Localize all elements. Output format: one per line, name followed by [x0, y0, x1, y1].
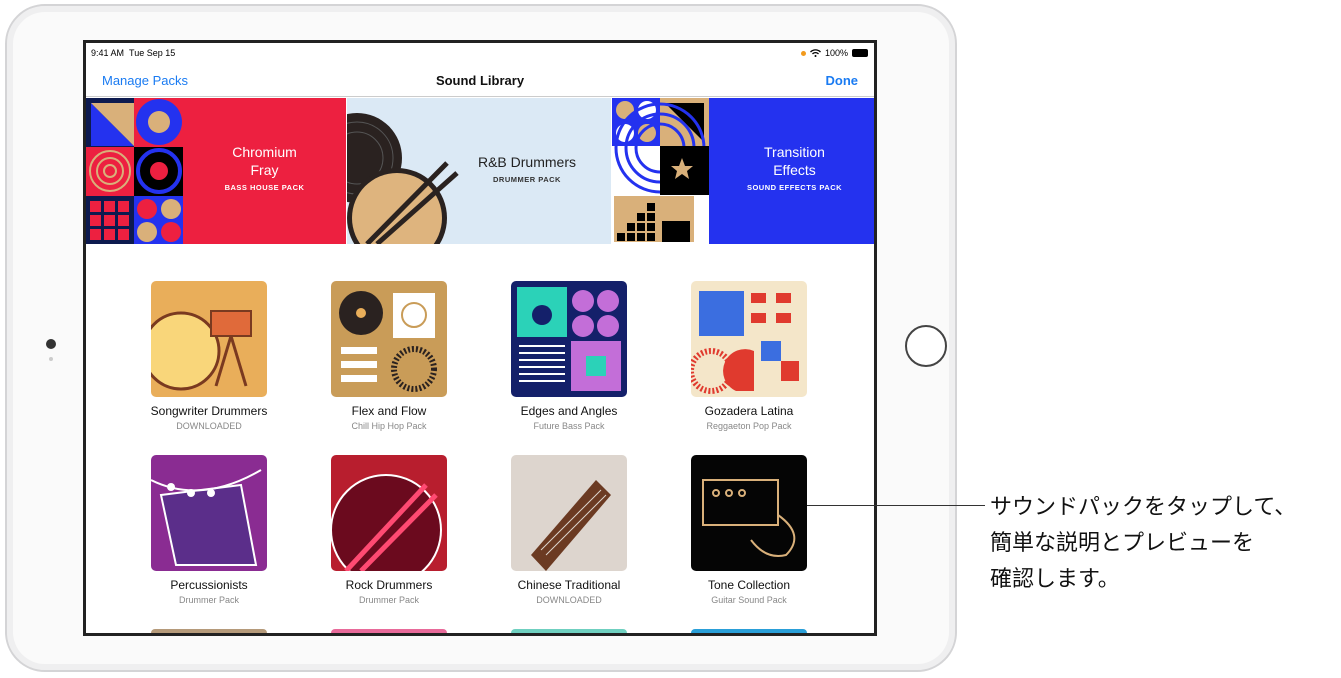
pack-name: Rock Drummers [345, 578, 433, 592]
pack-artwork [331, 281, 447, 397]
pack-artwork [612, 98, 709, 244]
banner-title-line1: Chromium [232, 144, 297, 160]
banner-transition-effects[interactable]: Transition Effects SOUND EFFECTS PACK [612, 98, 874, 244]
pack-artwork-image [517, 287, 621, 391]
pack-subtitle: DOWNLOADED [176, 421, 242, 431]
pack-artwork [691, 455, 807, 571]
pack-tile-partial[interactable] [331, 629, 447, 633]
banner-chromium-fray[interactable]: Chromium Fray BASS HOUSE PACK [86, 98, 346, 244]
banner-title-line2: Effects [773, 162, 816, 178]
pack-artwork-image [531, 480, 611, 571]
pack-tile[interactable]: Rock Drummers Drummer Pack [309, 455, 469, 605]
callout-line-1: サウンドパックをタップして、 [990, 495, 1297, 520]
banner-subtitle: DRUMMER PACK [493, 175, 561, 184]
screen: 9:41 AM Tue Sep 15 100% Manage Packs Sou… [83, 40, 877, 636]
page-title: Sound Library [435, 73, 525, 88]
pack-subtitle: Drummer Pack [358, 595, 419, 605]
pack-subtitle: Future Bass Pack [533, 421, 605, 431]
callout-line-3: 確認します。 [990, 567, 1120, 592]
camera [46, 339, 56, 349]
pack-artwork [151, 455, 267, 571]
pack-subtitle: Guitar Sound Pack [711, 595, 787, 605]
pack-tile[interactable]: Chinese Traditional DOWNLOADED [489, 455, 649, 605]
sensor [49, 357, 53, 361]
wifi-icon [810, 49, 821, 57]
banner-subtitle: BASS HOUSE PACK [224, 183, 305, 192]
pack-artwork-image [331, 474, 442, 571]
pack-subtitle: Drummer Pack [178, 595, 239, 605]
status-date: Tue Sep 15 [129, 48, 176, 58]
done-button[interactable]: Done [826, 73, 859, 88]
battery-icon [852, 49, 868, 57]
pack-grid: Songwriter Drummers DOWNLOADED Flex and Fl… [86, 244, 874, 633]
callout-line [807, 505, 985, 506]
battery-percent: 100% [824, 48, 848, 58]
pack-tile[interactable]: Gozadera Latina Reggaeton Pop Pack [669, 281, 829, 431]
pack-subtitle: Reggaeton Pop Pack [706, 421, 792, 431]
pack-artwork-image [702, 479, 796, 557]
pack-artwork-image [151, 469, 262, 566]
pack-name: Gozadera Latina [704, 404, 794, 418]
banner-title-line2: Fray [250, 162, 279, 178]
pack-subtitle: Chill Hip Hop Pack [351, 421, 427, 431]
status-bar: 9:41 AM Tue Sep 15 100% [86, 43, 874, 63]
pack-tile[interactable]: Songwriter Drummers DOWNLOADED [129, 281, 289, 431]
pack-artwork [86, 98, 183, 244]
pack-artwork-image [151, 310, 252, 391]
pack-name: Chinese Traditional [517, 578, 621, 592]
banner-title-line1: Transition [764, 144, 825, 160]
pack-artwork-image [339, 291, 437, 392]
pack-artwork [331, 455, 447, 571]
pack-artwork [691, 281, 807, 397]
mic-indicator-icon [800, 50, 806, 56]
pack-name: Percussionists [170, 578, 248, 592]
callout-line-2: 簡単な説明とプレビューを [990, 531, 1255, 556]
banner-rnb-drummers[interactable]: R&B Drummers DRUMMER PACK [347, 98, 611, 244]
pack-tile[interactable]: Flex and Flow Chill Hip Hop Pack [309, 281, 469, 431]
banner-title: R&B Drummers [477, 154, 576, 170]
pack-name: Flex and Flow [351, 404, 427, 418]
pack-tile[interactable]: Percussionists Drummer Pack [129, 455, 289, 605]
pack-artwork [151, 281, 267, 397]
pack-tile-partial[interactable] [511, 629, 627, 633]
banner-subtitle: SOUND EFFECTS PACK [746, 183, 843, 192]
pack-name: Songwriter Drummers [150, 404, 268, 418]
pack-name: Edges and Angles [520, 404, 618, 418]
pack-tile-partial[interactable] [691, 629, 807, 633]
home-button[interactable] [905, 325, 947, 367]
callout-text: サウンドパックをタップして、 簡単な説明とプレビューを 確認します。 [990, 490, 1296, 598]
pack-artwork [511, 281, 627, 397]
pack-tile[interactable]: Tone Collection Guitar Sound Pack [669, 455, 829, 605]
pack-subtitle: DOWNLOADED [536, 595, 602, 605]
status-time: 9:41 AM [91, 48, 125, 58]
pack-tile[interactable]: Edges and Angles Future Bass Pack [489, 281, 649, 431]
nav-bar: Manage Packs Sound Library Done [86, 63, 874, 97]
pack-name: Tone Collection [707, 578, 791, 592]
pack-tile-partial[interactable] [151, 629, 267, 633]
pack-artwork-image [691, 291, 799, 394]
pack-artwork [511, 455, 627, 571]
